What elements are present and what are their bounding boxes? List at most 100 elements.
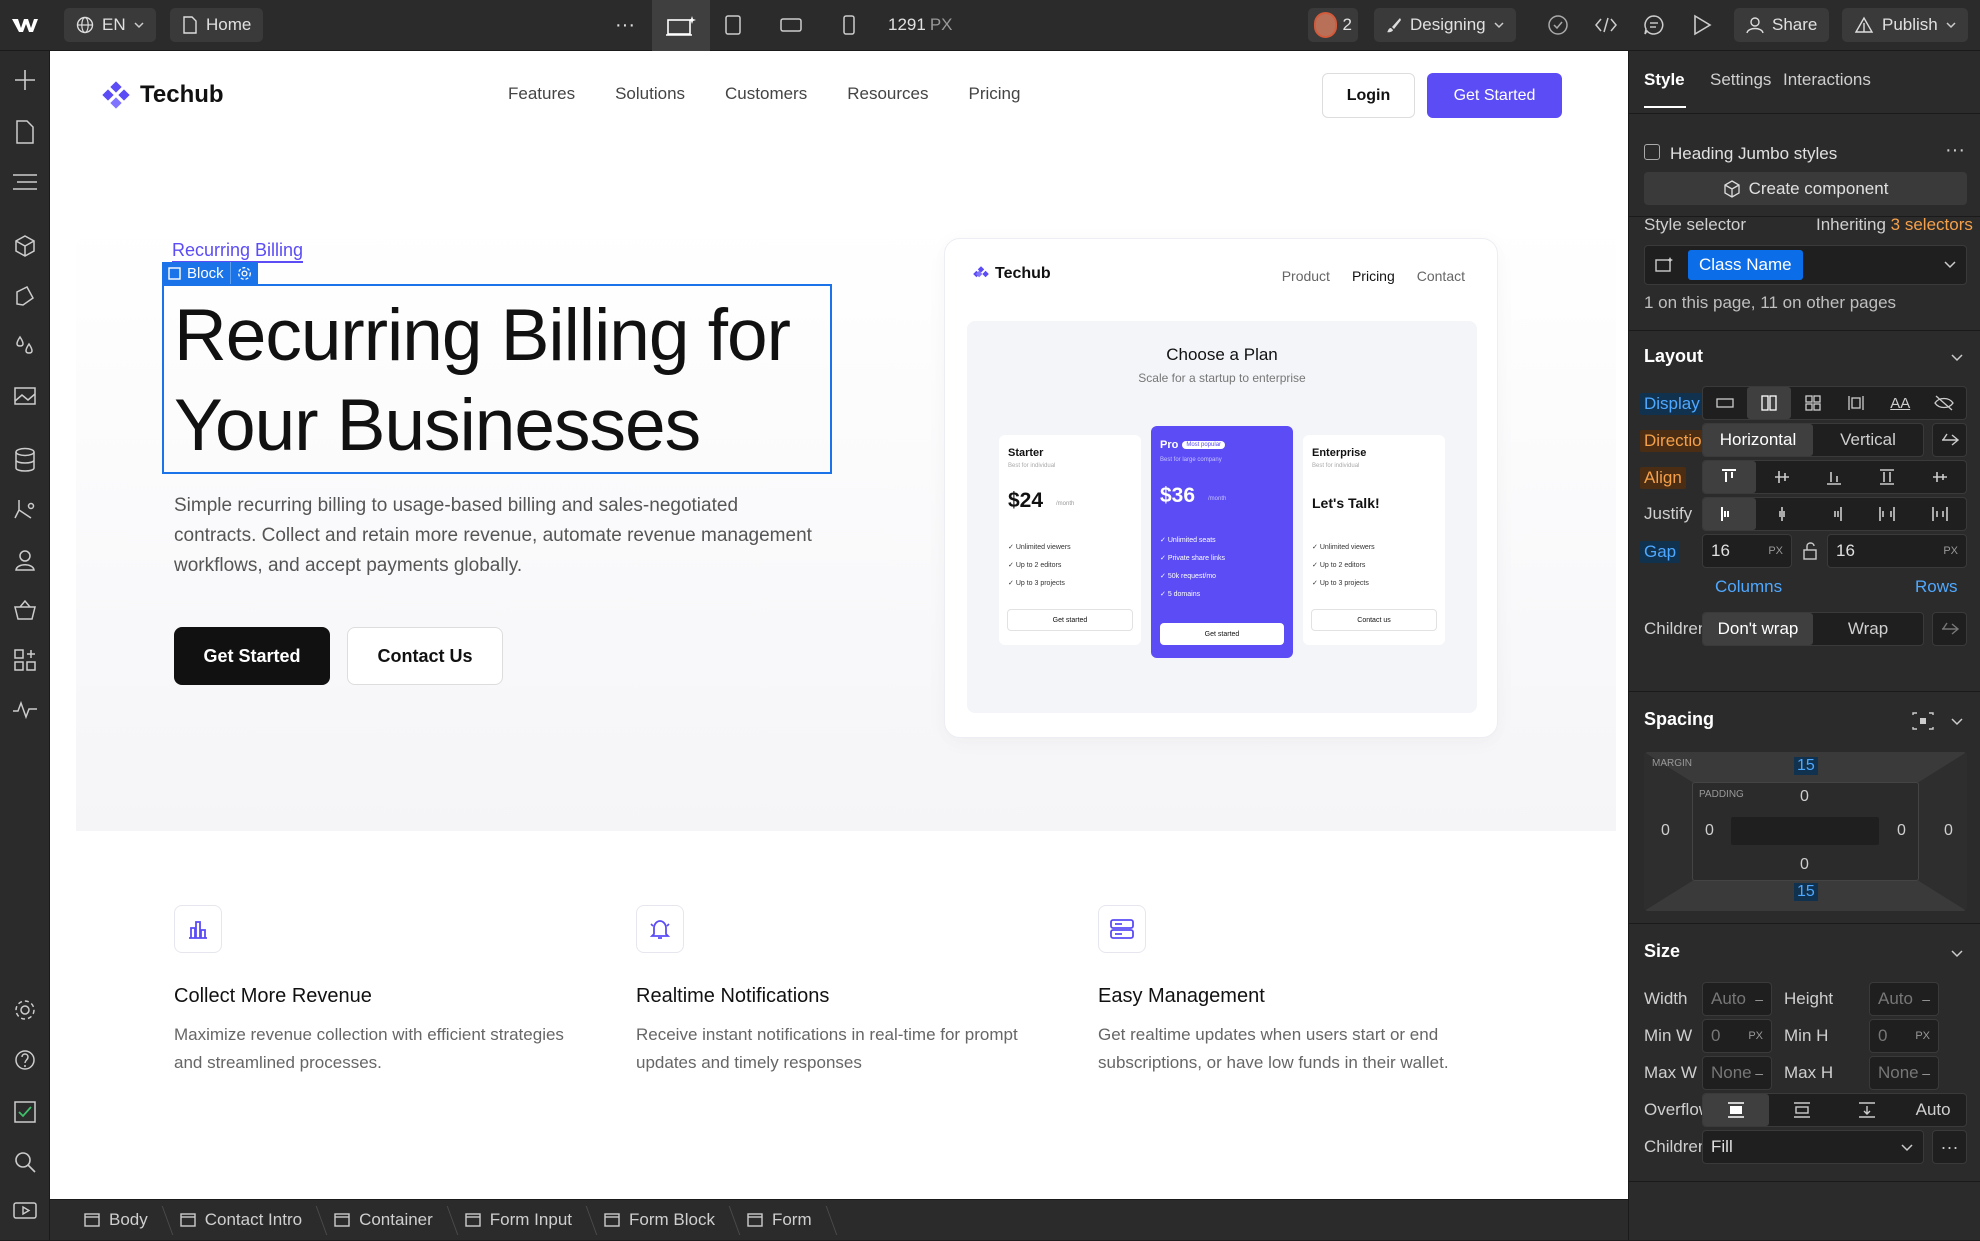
breakpoint-desktop-icon[interactable] (652, 0, 710, 51)
tab-style[interactable]: Style (1644, 70, 1685, 90)
layout-section-title[interactable]: Layout (1644, 346, 1703, 367)
direction-vertical-option[interactable]: Vertical (1813, 424, 1923, 456)
gap-rows-input[interactable]: 16 PX (1827, 534, 1967, 568)
max-width-input[interactable]: None – (1702, 1056, 1772, 1090)
mode-button[interactable]: Designing (1374, 8, 1516, 42)
height-input[interactable]: Auto – (1869, 982, 1939, 1016)
analytics-pulse-icon[interactable] (12, 697, 38, 723)
cms-database-icon[interactable] (12, 447, 38, 473)
align-end-icon[interactable] (1808, 461, 1861, 493)
chevron-down-icon[interactable] (1951, 717, 1963, 727)
nav-customers[interactable]: Customers (725, 84, 807, 104)
page-selector-button[interactable]: Home (170, 8, 264, 42)
chevron-down-icon[interactable] (1951, 353, 1963, 363)
create-component-button[interactable]: Create component (1644, 172, 1967, 205)
align-baseline-icon[interactable] (1913, 461, 1966, 493)
hero-get-started-button[interactable]: Get Started (174, 627, 330, 685)
nav-resources[interactable]: Resources (847, 84, 928, 104)
margin-left-value[interactable]: 0 (1661, 822, 1670, 840)
children-fill-select[interactable]: Fill (1702, 1130, 1924, 1164)
padding-top-value[interactable]: 0 (1800, 788, 1809, 806)
audit-check-icon[interactable] (12, 1099, 38, 1125)
tab-settings[interactable]: Settings (1710, 70, 1771, 90)
padding-right-value[interactable]: 0 (1897, 822, 1906, 840)
hero-heading[interactable]: Recurring Billing for Your Businesses (174, 291, 791, 471)
variables-icon[interactable] (12, 283, 38, 309)
tab-interactions[interactable]: Interactions (1783, 70, 1871, 90)
justify-end-icon[interactable] (1808, 498, 1861, 530)
min-height-input[interactable]: 0 PX (1869, 1019, 1939, 1053)
site-logo[interactable]: Techub (102, 81, 224, 109)
justify-start-icon[interactable] (1703, 498, 1756, 530)
spacing-section-title[interactable]: Spacing (1644, 709, 1714, 730)
publish-button[interactable]: Publish (1842, 8, 1968, 42)
margin-bottom-value[interactable]: 15 (1794, 883, 1818, 901)
display-flex-icon[interactable] (1746, 387, 1791, 419)
breadcrumb-item-body[interactable]: Body (68, 1200, 164, 1241)
apps-grid-icon[interactable] (12, 647, 38, 673)
class-name-token[interactable]: Class Name (1688, 250, 1803, 280)
webflow-logo-icon[interactable] (10, 12, 40, 38)
locale-button[interactable]: EN (64, 8, 156, 42)
nav-get-started-button[interactable]: Get Started (1427, 73, 1562, 118)
gear-icon[interactable] (237, 266, 252, 281)
align-center-icon[interactable] (1756, 461, 1809, 493)
add-icon[interactable] (12, 67, 38, 93)
check-circle-icon[interactable] (1545, 12, 1571, 38)
video-tutorial-icon[interactable] (12, 1197, 38, 1223)
components-icon[interactable] (12, 233, 38, 259)
breadcrumb-item-container[interactable]: Container (318, 1200, 449, 1241)
display-inline-block-icon[interactable] (1834, 387, 1878, 419)
breakpoint-tablet-icon[interactable] (720, 12, 746, 38)
breakpoint-landscape-icon[interactable] (776, 12, 806, 38)
hero-eyebrow[interactable]: Recurring Billing (172, 239, 304, 263)
chevron-down-icon[interactable] (1951, 949, 1963, 959)
align-start-icon[interactable] (1703, 461, 1756, 493)
breadcrumb-item-contact-intro[interactable]: Contact Intro (164, 1200, 318, 1241)
breadcrumb-item-form-block[interactable]: Form Block (588, 1200, 731, 1241)
breakpoint-phone-icon[interactable] (836, 12, 862, 38)
settings-gear-icon[interactable] (12, 997, 38, 1023)
navigator-icon[interactable] (12, 169, 38, 195)
search-icon[interactable] (12, 1149, 38, 1175)
assets-image-icon[interactable] (12, 383, 38, 409)
width-input[interactable]: Auto – (1702, 982, 1772, 1016)
overflow-scroll-icon[interactable] (1835, 1094, 1901, 1126)
hero-lede[interactable]: Simple recurring billing to usage-based … (174, 491, 814, 581)
max-height-input[interactable]: None – (1869, 1056, 1939, 1090)
justify-between-icon[interactable] (1861, 498, 1914, 530)
min-width-input[interactable]: 0 PX (1702, 1019, 1772, 1053)
logic-flow-icon[interactable] (12, 497, 38, 523)
breadcrumb-item-form-input[interactable]: Form Input (449, 1200, 588, 1241)
design-canvas[interactable]: Techub Features Solutions Customers Reso… (50, 51, 1628, 1199)
more-options-icon[interactable]: ··· (1945, 139, 1965, 162)
dont-wrap-option[interactable]: Don't wrap (1703, 613, 1813, 645)
chevron-down-icon[interactable] (1944, 260, 1956, 270)
overflow-visible-icon[interactable] (1703, 1094, 1769, 1126)
class-selector-field[interactable]: Class Name (1644, 245, 1967, 285)
wrap-reverse-icon[interactable] (1932, 612, 1967, 646)
margin-right-value[interactable]: 0 (1944, 822, 1953, 840)
code-icon[interactable] (1592, 12, 1620, 38)
nav-features[interactable]: Features (508, 84, 575, 104)
nav-solutions[interactable]: Solutions (615, 84, 685, 104)
more-icon[interactable]: ··· (610, 12, 640, 38)
direction-reverse-icon[interactable] (1932, 423, 1967, 457)
share-button[interactable]: Share (1734, 8, 1830, 42)
login-button[interactable]: Login (1322, 73, 1415, 118)
margin-top-value[interactable]: 15 (1794, 757, 1818, 775)
children-more-icon[interactable]: ··· (1932, 1130, 1967, 1164)
padding-bottom-value[interactable]: 0 (1800, 856, 1809, 874)
overflow-auto-option[interactable]: Auto (1900, 1094, 1966, 1126)
align-stretch-icon[interactable] (1861, 461, 1914, 493)
overflow-hidden-icon[interactable] (1769, 1094, 1835, 1126)
pages-icon[interactable] (12, 119, 38, 145)
gap-columns-input[interactable]: 16 PX (1702, 534, 1792, 568)
style-drops-icon[interactable] (12, 333, 38, 359)
style-checkbox[interactable] (1644, 144, 1660, 160)
collaborators-button[interactable]: 2 (1308, 8, 1358, 42)
nav-pricing[interactable]: Pricing (968, 84, 1020, 104)
spacing-mode-icon[interactable] (1912, 712, 1934, 730)
hero-contact-button[interactable]: Contact Us (347, 627, 503, 685)
display-none-icon[interactable] (1922, 387, 1966, 419)
